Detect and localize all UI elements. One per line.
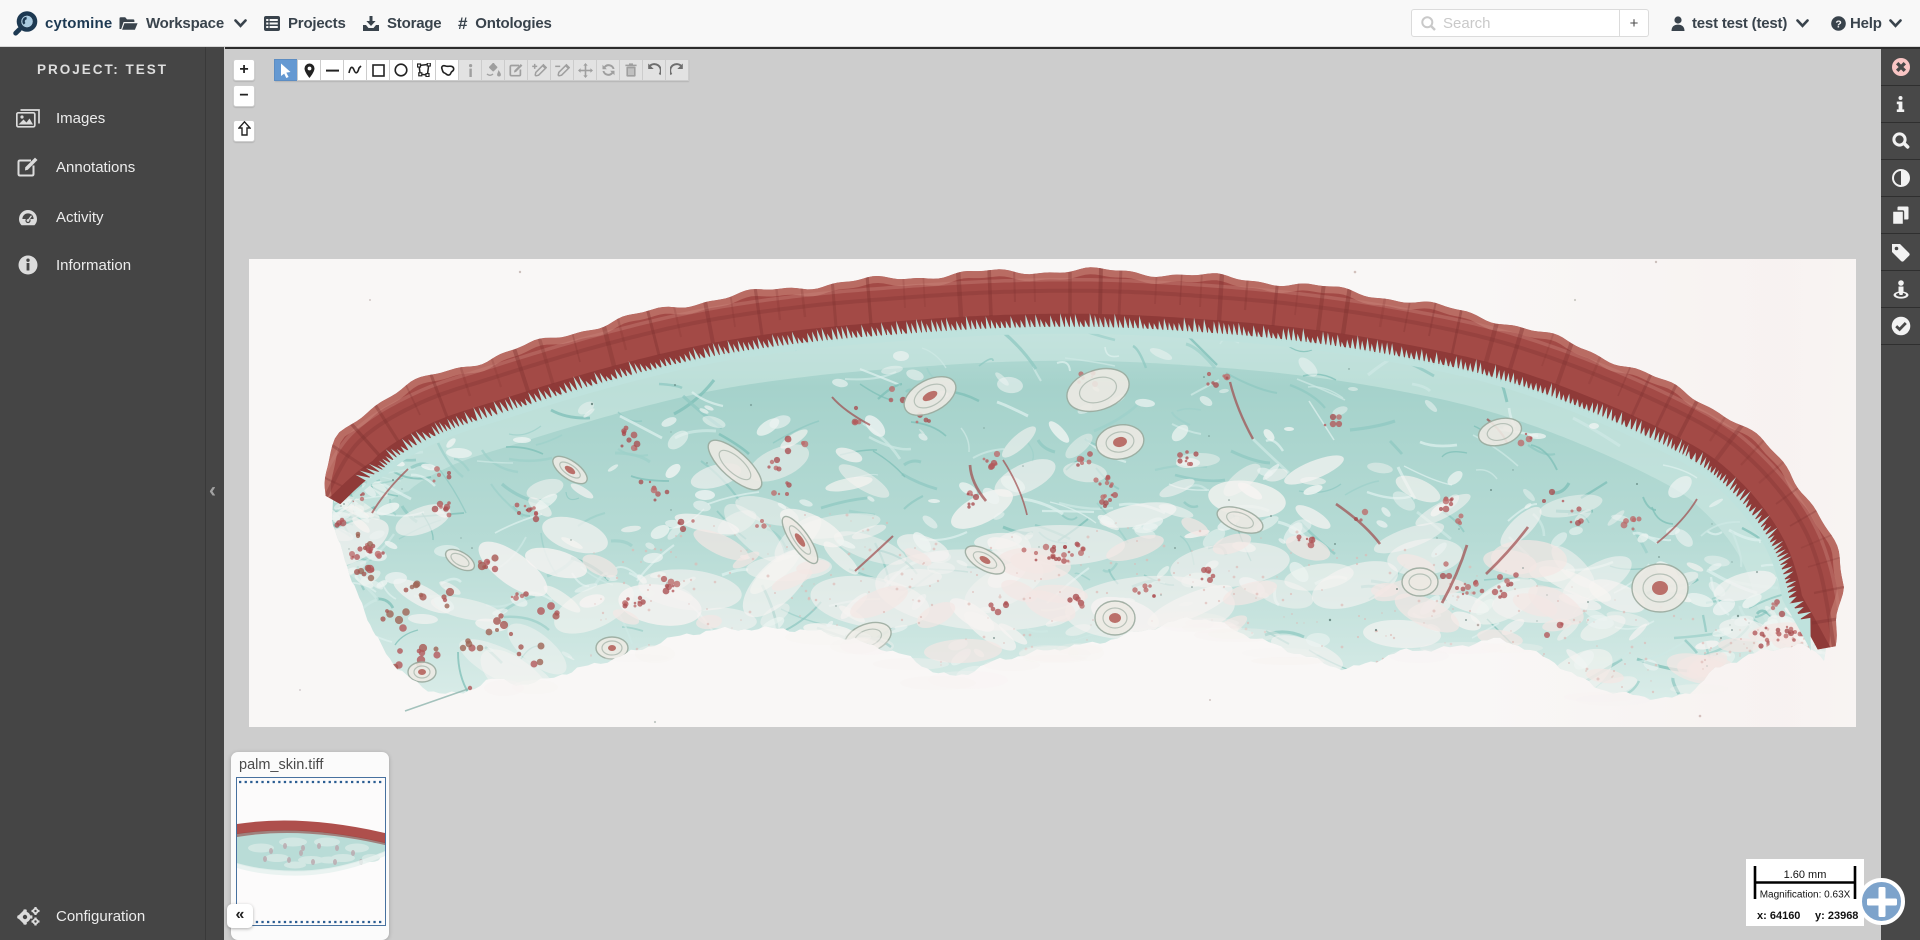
svg-text:x: 64160: x: 64160 (1757, 910, 1800, 922)
svg-text:y: 23968: y: 23968 (1815, 910, 1858, 922)
svg-text:?: ? (1835, 18, 1841, 30)
svg-text:Magnification: 0.63X: Magnification: 0.63X (1760, 890, 1851, 901)
svg-text:1.60 mm: 1.60 mm (1784, 869, 1827, 881)
